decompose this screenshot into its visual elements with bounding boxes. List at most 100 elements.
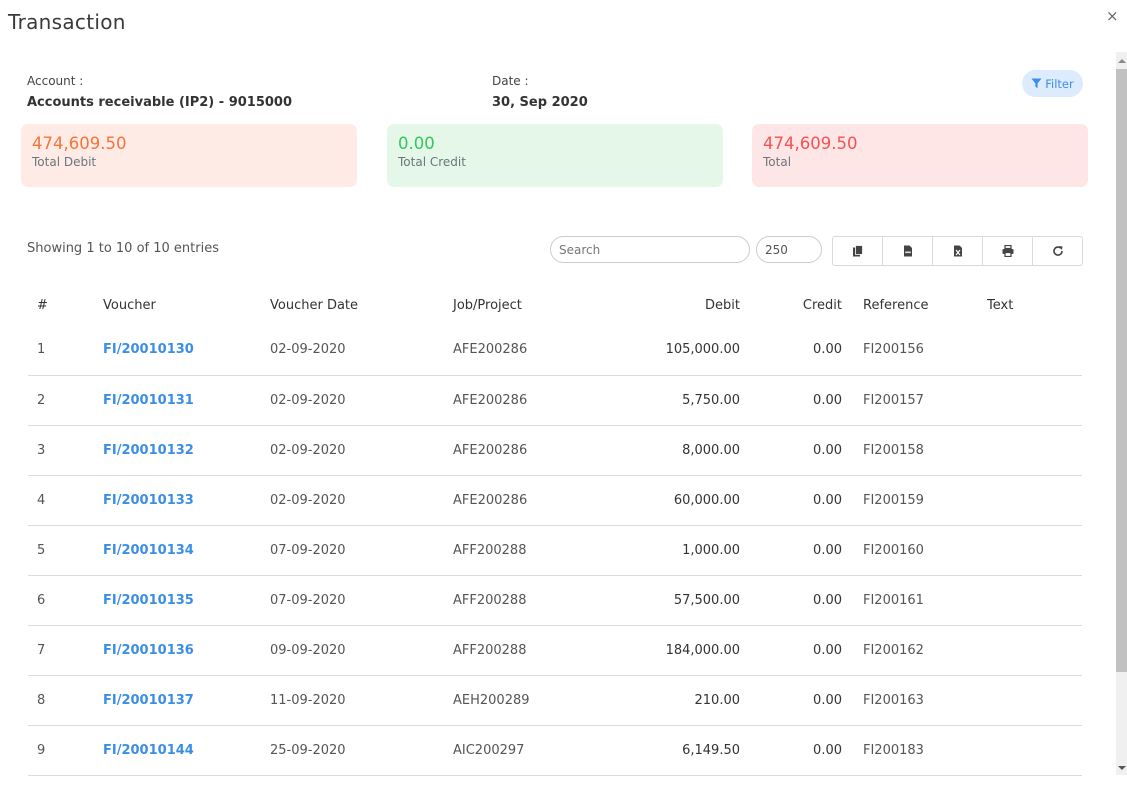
voucher-cell: FI/20010131 xyxy=(103,375,270,426)
row-index: 6 xyxy=(28,575,103,626)
reference-cell: FI200157 xyxy=(842,375,987,426)
total-debit-card: 474,609.50 Total Debit xyxy=(21,124,357,187)
voucher-date-cell: 11-09-2020 xyxy=(270,675,453,726)
table-row: 8 FI/20010137 11-09-2020 AEH200289 210.00 0.0… xyxy=(28,675,1082,726)
credit-cell: 0.00 xyxy=(740,675,842,726)
column-header-voucher-date[interactable]: Voucher Date xyxy=(270,285,453,325)
column-header-reference[interactable]: Reference xyxy=(842,285,987,325)
text-cell xyxy=(987,725,1082,776)
voucher-date-cell: 02-09-2020 xyxy=(270,375,453,426)
voucher-date-cell: 07-09-2020 xyxy=(270,525,453,576)
column-header-job-project[interactable]: Job/Project xyxy=(453,285,593,325)
close-icon[interactable]: × xyxy=(1106,9,1119,24)
voucher-link[interactable]: FI/20010133 xyxy=(103,493,194,508)
copy-button[interactable] xyxy=(833,237,883,265)
text-cell xyxy=(987,475,1082,526)
text-cell xyxy=(987,375,1082,426)
reference-cell: FI200163 xyxy=(842,675,987,726)
debit-cell: 210.00 xyxy=(593,675,740,726)
voucher-cell: FI/20010132 xyxy=(103,425,270,476)
voucher-date-cell: 25-09-2020 xyxy=(270,725,453,776)
row-index: 3 xyxy=(28,425,103,476)
total-card: 474,609.50 Total xyxy=(752,124,1088,187)
debit-cell: 8,000.00 xyxy=(593,425,740,476)
table-row: 7 FI/20010136 09-09-2020 AFF200288 184,000.0… xyxy=(28,625,1082,676)
credit-cell: 0.00 xyxy=(740,375,842,426)
csv-icon xyxy=(903,245,912,257)
filter-label: Filter xyxy=(1045,76,1074,91)
credit-cell: 0.00 xyxy=(740,475,842,526)
scroll-down-icon[interactable] xyxy=(1118,766,1126,770)
job-project-cell: AEH200289 xyxy=(453,675,593,726)
debit-cell: 105,000.00 xyxy=(593,325,740,376)
print-button[interactable] xyxy=(983,237,1033,265)
search-input[interactable] xyxy=(550,236,750,263)
column-header-credit[interactable]: Credit xyxy=(740,285,842,325)
job-project-cell: AFE200286 xyxy=(453,475,593,526)
voucher-link[interactable]: FI/20010131 xyxy=(103,393,194,408)
date-label: Date : xyxy=(492,74,529,88)
debit-cell: 60,000.00 xyxy=(593,475,740,526)
transactions-table: # Voucher Voucher Date Job/Project Debit… xyxy=(28,285,1082,776)
job-project-cell: AFE200286 xyxy=(453,375,593,426)
total-credit-label: Total Credit xyxy=(398,155,466,169)
entries-info: Showing 1 to 10 of 10 entries xyxy=(27,241,219,256)
text-cell xyxy=(987,525,1082,576)
debit-cell: 5,750.00 xyxy=(593,375,740,426)
scrollbar-thumb[interactable] xyxy=(1116,69,1127,672)
row-index: 5 xyxy=(28,525,103,576)
text-cell xyxy=(987,425,1082,476)
row-index: 8 xyxy=(28,675,103,726)
excel-icon xyxy=(953,245,962,257)
filter-button[interactable]: Filter xyxy=(1022,70,1083,97)
date-value: 30, Sep 2020 xyxy=(492,95,588,110)
reference-cell: FI200161 xyxy=(842,575,987,626)
text-cell xyxy=(987,675,1082,726)
row-index: 7 xyxy=(28,625,103,676)
page-length-input[interactable] xyxy=(756,236,822,263)
voucher-link[interactable]: FI/20010134 xyxy=(103,543,194,558)
table-row: 9 FI/20010144 25-09-2020 AIC200297 6,149.50 0… xyxy=(28,725,1082,776)
credit-cell: 0.00 xyxy=(740,575,842,626)
column-header-text[interactable]: Text xyxy=(987,285,1082,325)
refresh-button[interactable] xyxy=(1033,237,1082,265)
reference-cell: FI200162 xyxy=(842,625,987,676)
voucher-date-cell: 02-09-2020 xyxy=(270,325,453,376)
refresh-icon xyxy=(1052,246,1063,256)
account-value: Accounts receivable (IP2) - 9015000 xyxy=(27,95,293,110)
excel-button[interactable] xyxy=(933,237,983,265)
reference-cell: FI200183 xyxy=(842,725,987,776)
export-button-group xyxy=(832,236,1083,266)
column-header-index[interactable]: # xyxy=(28,285,103,325)
text-cell xyxy=(987,575,1082,626)
voucher-link[interactable]: FI/20010135 xyxy=(103,593,194,608)
text-cell xyxy=(987,325,1082,376)
row-index: 9 xyxy=(28,725,103,776)
voucher-cell: FI/20010135 xyxy=(103,575,270,626)
voucher-link[interactable]: FI/20010132 xyxy=(103,443,194,458)
table-row: 5 FI/20010134 07-09-2020 AFF200288 1,000.00 0… xyxy=(28,525,1082,576)
voucher-date-cell: 02-09-2020 xyxy=(270,475,453,526)
voucher-date-cell: 09-09-2020 xyxy=(270,625,453,676)
voucher-link[interactable]: FI/20010136 xyxy=(103,643,194,658)
voucher-cell: FI/20010136 xyxy=(103,625,270,676)
voucher-link[interactable]: FI/20010130 xyxy=(103,342,194,357)
table-row: 3 FI/20010132 02-09-2020 AFE200286 8,000.00 0… xyxy=(28,425,1082,476)
csv-button[interactable] xyxy=(883,237,933,265)
account-label: Account : xyxy=(27,74,84,88)
debit-cell: 6,149.50 xyxy=(593,725,740,776)
scroll-up-icon[interactable] xyxy=(1118,59,1126,63)
voucher-link[interactable]: FI/20010137 xyxy=(103,693,194,708)
voucher-link[interactable]: FI/20010144 xyxy=(103,743,194,758)
column-header-debit[interactable]: Debit xyxy=(593,285,740,325)
table-body: 1 FI/20010130 02-09-2020 AFE200286 105,000.0… xyxy=(28,325,1082,776)
column-header-voucher[interactable]: Voucher xyxy=(103,285,270,325)
total-label: Total xyxy=(763,155,792,169)
row-index: 1 xyxy=(28,325,103,376)
voucher-cell: FI/20010133 xyxy=(103,475,270,526)
job-project-cell: AFE200286 xyxy=(453,325,593,376)
filter-icon xyxy=(1031,78,1042,89)
total-debit-label: Total Debit xyxy=(32,155,97,169)
table-row: 1 FI/20010130 02-09-2020 AFE200286 105,000.0… xyxy=(28,325,1082,376)
table-row: 2 FI/20010131 02-09-2020 AFE200286 5,750.00 0… xyxy=(28,375,1082,426)
